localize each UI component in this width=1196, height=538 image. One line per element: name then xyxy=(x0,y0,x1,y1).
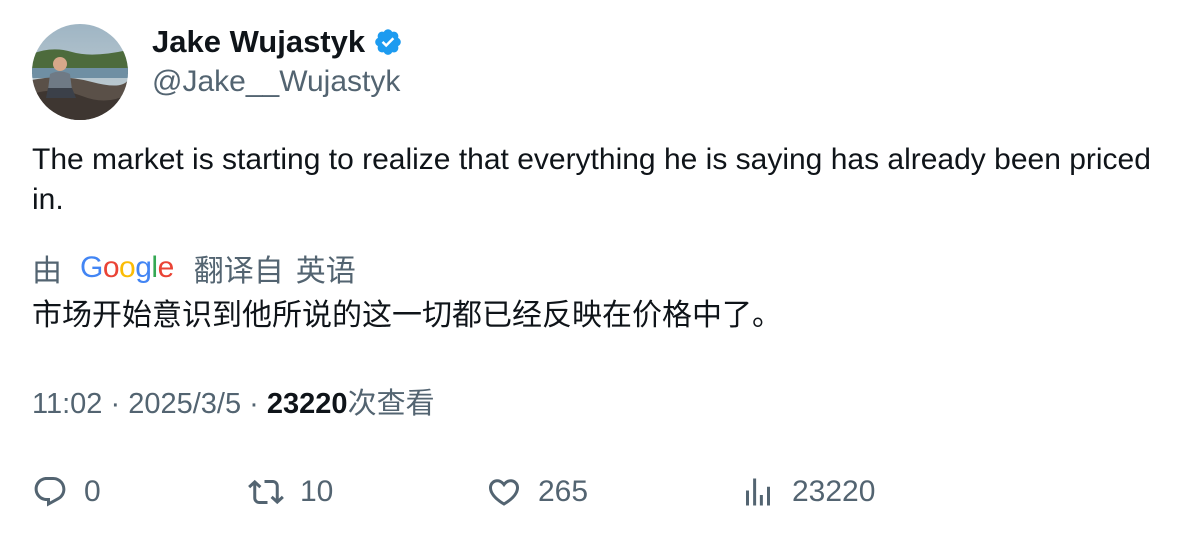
heart-icon xyxy=(488,479,520,506)
views-button[interactable]: 23220 xyxy=(740,470,875,514)
retweet-count: 10 xyxy=(300,475,334,508)
meta-separator: · xyxy=(110,388,121,420)
tweet-date[interactable]: 2025/3/5 xyxy=(128,388,241,420)
reply-button[interactable]: 0 xyxy=(32,470,101,514)
translated-text: 市场开始意识到他所说的这一切都已经反映在价格中了。 xyxy=(32,299,782,332)
meta-separator: · xyxy=(249,388,259,420)
author-name-row: Jake Wujastyk xyxy=(152,22,403,62)
analytics-icon xyxy=(746,478,770,506)
tweet-text: The market is starting to realize that e… xyxy=(32,143,1151,216)
like-button[interactable]: 265 xyxy=(486,470,588,514)
reply-icon xyxy=(34,477,66,507)
views-count: 23220 xyxy=(266,388,348,420)
views-action-count: 23220 xyxy=(792,475,876,508)
views-label: 次查看 xyxy=(347,388,435,420)
avatar[interactable] xyxy=(32,24,128,120)
action-bar: 0 10 265 23220 xyxy=(0,470,1196,514)
display-name[interactable]: Jake Wujastyk xyxy=(152,22,365,62)
retweet-button[interactable]: 10 xyxy=(248,470,333,514)
source-language: 英语 xyxy=(295,255,356,288)
tweet-meta: 11:02 · 2025/3/5 · 23220次查看 xyxy=(32,384,435,424)
translated-by-label: 由 xyxy=(32,255,62,288)
translated-from-label: 翻译自 xyxy=(193,255,284,288)
translation-attribution: 由 Google 翻译自 英语 xyxy=(32,246,356,290)
retweet-icon xyxy=(248,479,284,505)
verified-badge-icon[interactable] xyxy=(373,27,403,57)
reply-count: 0 xyxy=(84,475,101,508)
like-count: 265 xyxy=(538,475,589,508)
author-handle[interactable]: @Jake__Wujastyk xyxy=(152,62,400,102)
tweet-time[interactable]: 11:02 xyxy=(32,388,102,420)
google-logo: Google xyxy=(80,251,174,284)
